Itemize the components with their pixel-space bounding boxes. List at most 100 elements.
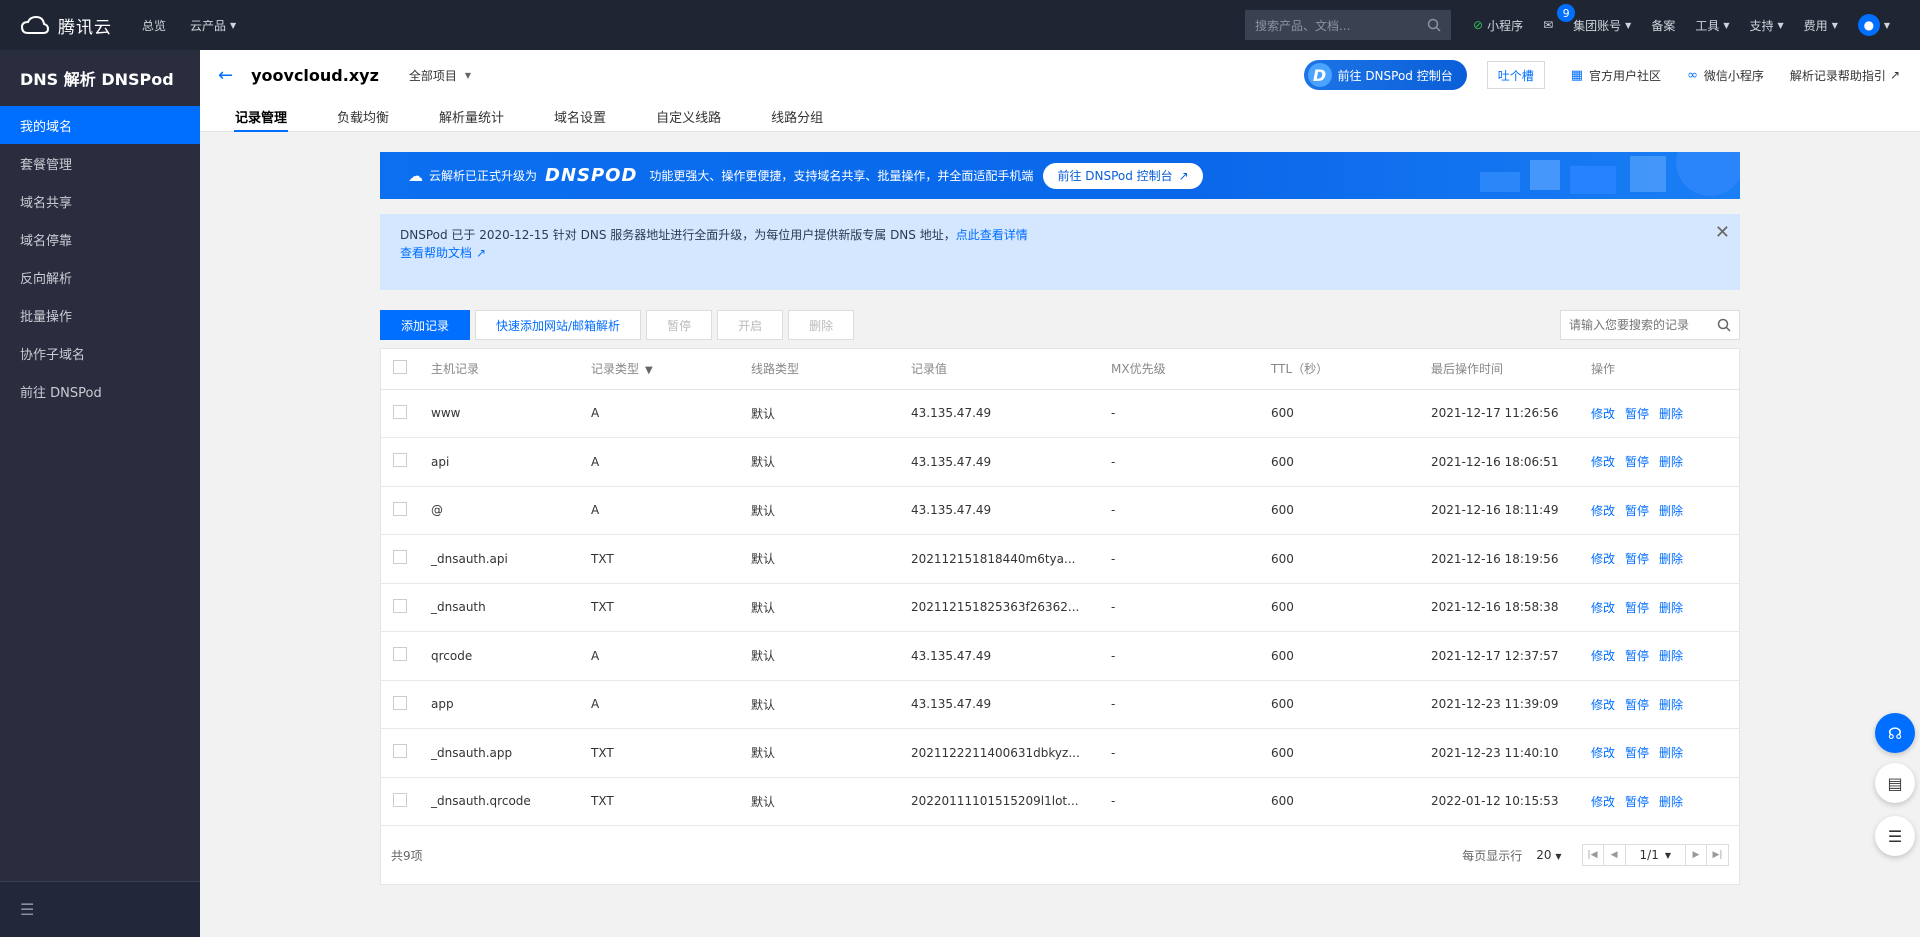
billing-menu[interactable]: 费用 ▼ xyxy=(1794,17,1848,34)
next-page-button[interactable]: ▶ xyxy=(1685,844,1707,866)
page-select[interactable]: 1/1 ▼ xyxy=(1625,844,1685,866)
pause-link[interactable]: 暂停 xyxy=(1625,795,1649,809)
per-page-select[interactable]: 20 ▼ xyxy=(1536,848,1561,862)
feedback-button[interactable]: 吐个槽 xyxy=(1486,61,1545,89)
group-account-menu[interactable]: 集团账号 ▼ xyxy=(1563,17,1641,34)
list-button[interactable]: ☰ xyxy=(1875,816,1915,856)
pause-link[interactable]: 暂停 xyxy=(1625,552,1649,566)
miniapp-link[interactable]: ⊘ 小程序 xyxy=(1463,17,1533,34)
cell-ttl: 600 xyxy=(1271,777,1431,826)
brand-logo[interactable]: 腾讯云 xyxy=(0,13,130,38)
delete-link[interactable]: 删除 xyxy=(1659,649,1683,663)
record-search-input[interactable] xyxy=(1569,318,1709,332)
edit-link[interactable]: 修改 xyxy=(1591,746,1615,760)
select-all-checkbox[interactable] xyxy=(393,360,407,375)
mail-button[interactable]: ✉ 9 xyxy=(1533,4,1576,32)
row-checkbox[interactable] xyxy=(393,501,407,516)
sidebar-item-goto-dnspod[interactable]: 前往 DNSPod xyxy=(0,372,200,410)
wechat-miniapp-link[interactable]: ∞ 微信小程序 xyxy=(1687,67,1764,84)
pause-link[interactable]: 暂停 xyxy=(1625,649,1649,663)
row-checkbox[interactable] xyxy=(393,453,407,468)
tab-record-management[interactable]: 记录管理 xyxy=(233,100,289,132)
tab-line-group[interactable]: 线路分组 xyxy=(771,100,823,132)
tab-query-stats[interactable]: 解析量统计 xyxy=(439,100,504,132)
row-checkbox[interactable] xyxy=(393,744,407,759)
beian-link[interactable]: 备案 xyxy=(1641,17,1685,34)
edit-link[interactable]: 修改 xyxy=(1591,795,1615,809)
edit-link[interactable]: 修改 xyxy=(1591,552,1615,566)
back-arrow-icon[interactable]: ← xyxy=(218,65,233,86)
sidebar-item-domain-park[interactable]: 域名停靠 xyxy=(0,220,200,258)
row-checkbox[interactable] xyxy=(393,598,407,613)
prev-page-button[interactable]: ◀ xyxy=(1603,844,1626,866)
tab-domain-settings[interactable]: 域名设置 xyxy=(554,100,606,132)
goto-dnspod-console-button[interactable]: D 前往 DNSPod 控制台 xyxy=(1303,60,1467,90)
close-icon[interactable]: ✕ xyxy=(1715,222,1730,243)
delete-link[interactable]: 删除 xyxy=(1659,746,1683,760)
sidebar-item-my-domains[interactable]: 我的域名 xyxy=(0,106,200,144)
sidebar-item-subdomain[interactable]: 协作子域名 xyxy=(0,334,200,372)
pause-link[interactable]: 暂停 xyxy=(1625,601,1649,615)
nav-products[interactable]: 云产品 ▼ xyxy=(178,17,248,34)
row-checkbox[interactable] xyxy=(393,550,407,565)
delete-link[interactable]: 删除 xyxy=(1659,552,1683,566)
edit-link[interactable]: 修改 xyxy=(1591,601,1615,615)
sidebar-item-batch[interactable]: 批量操作 xyxy=(0,296,200,334)
delete-link[interactable]: 删除 xyxy=(1659,407,1683,421)
quick-add-button[interactable]: 快速添加网站/邮箱解析 xyxy=(475,310,642,340)
sidebar-item-domain-share[interactable]: 域名共享 xyxy=(0,182,200,220)
col-line: 线路类型 xyxy=(751,349,911,390)
global-search-input[interactable]: 搜索产品、文档... xyxy=(1245,10,1451,40)
pause-button[interactable]: 暂停 xyxy=(646,310,713,340)
banner-goto-dnspod-button[interactable]: 前往 DNSPod 控制台 ↗ xyxy=(1043,162,1203,189)
user-menu[interactable]: ● ▼ xyxy=(1848,14,1900,36)
delete-button[interactable]: 删除 xyxy=(788,310,855,340)
support-menu[interactable]: 支持 ▼ xyxy=(1740,17,1794,34)
sidebar-item-reverse-dns[interactable]: 反向解析 xyxy=(0,258,200,296)
tab-load-balance[interactable]: 负载均衡 xyxy=(337,100,389,132)
sidebar-item-plan[interactable]: 套餐管理 xyxy=(0,144,200,182)
notice-detail-link[interactable]: 点此查看详情 xyxy=(956,228,1028,242)
edit-link[interactable]: 修改 xyxy=(1591,649,1615,663)
delete-link[interactable]: 删除 xyxy=(1659,504,1683,518)
record-search-box xyxy=(1560,310,1740,340)
community-link[interactable]: ▦ 官方用户社区 xyxy=(1571,67,1661,84)
project-select[interactable]: 全部项目 ▼ xyxy=(409,67,471,84)
pause-link[interactable]: 暂停 xyxy=(1625,698,1649,712)
search-icon[interactable] xyxy=(1717,318,1731,332)
edit-link[interactable]: 修改 xyxy=(1591,407,1615,421)
filter-icon[interactable]: ▼ xyxy=(645,365,653,376)
chevron-down-icon: ▼ xyxy=(1555,852,1562,861)
edit-link[interactable]: 修改 xyxy=(1591,698,1615,712)
nav-overview[interactable]: 总览 xyxy=(130,17,178,34)
row-checkbox[interactable] xyxy=(393,647,407,662)
edit-link[interactable]: 修改 xyxy=(1591,504,1615,518)
edit-link[interactable]: 修改 xyxy=(1591,455,1615,469)
delete-link[interactable]: 删除 xyxy=(1659,795,1683,809)
tools-menu[interactable]: 工具 ▼ xyxy=(1685,17,1739,34)
delete-link[interactable]: 删除 xyxy=(1659,601,1683,615)
pause-link[interactable]: 暂停 xyxy=(1625,504,1649,518)
pause-link[interactable]: 暂停 xyxy=(1625,455,1649,469)
pause-link[interactable]: 暂停 xyxy=(1625,746,1649,760)
row-checkbox[interactable] xyxy=(393,404,407,419)
help-guide-link[interactable]: 解析记录帮助指引 ↗ xyxy=(1790,67,1900,84)
row-checkbox[interactable] xyxy=(393,792,407,807)
customer-service-button[interactable]: ☊ xyxy=(1875,713,1915,753)
docs-button[interactable]: ▤ xyxy=(1875,763,1915,803)
row-checkbox[interactable] xyxy=(393,695,407,710)
sidebar-collapse-button[interactable]: ☰ xyxy=(0,881,200,937)
enable-button[interactable]: 开启 xyxy=(717,310,784,340)
add-record-button[interactable]: 添加记录 xyxy=(380,310,471,340)
col-type[interactable]: 记录类型 ▼ xyxy=(591,349,751,390)
search-icon[interactable] xyxy=(1427,18,1441,32)
first-page-button[interactable]: |◀ xyxy=(1581,844,1604,866)
pause-link[interactable]: 暂停 xyxy=(1625,407,1649,421)
delete-link[interactable]: 删除 xyxy=(1659,455,1683,469)
tab-custom-line[interactable]: 自定义线路 xyxy=(656,100,721,132)
delete-link[interactable]: 删除 xyxy=(1659,698,1683,712)
table-row: @ A 默认 43.135.47.49-600 2021-12-16 18:11:49 修… xyxy=(381,486,1739,535)
cell-type: A xyxy=(591,680,751,729)
notice-help-link[interactable]: 查看帮助文档 xyxy=(400,246,472,260)
last-page-button[interactable]: ▶| xyxy=(1707,844,1729,866)
